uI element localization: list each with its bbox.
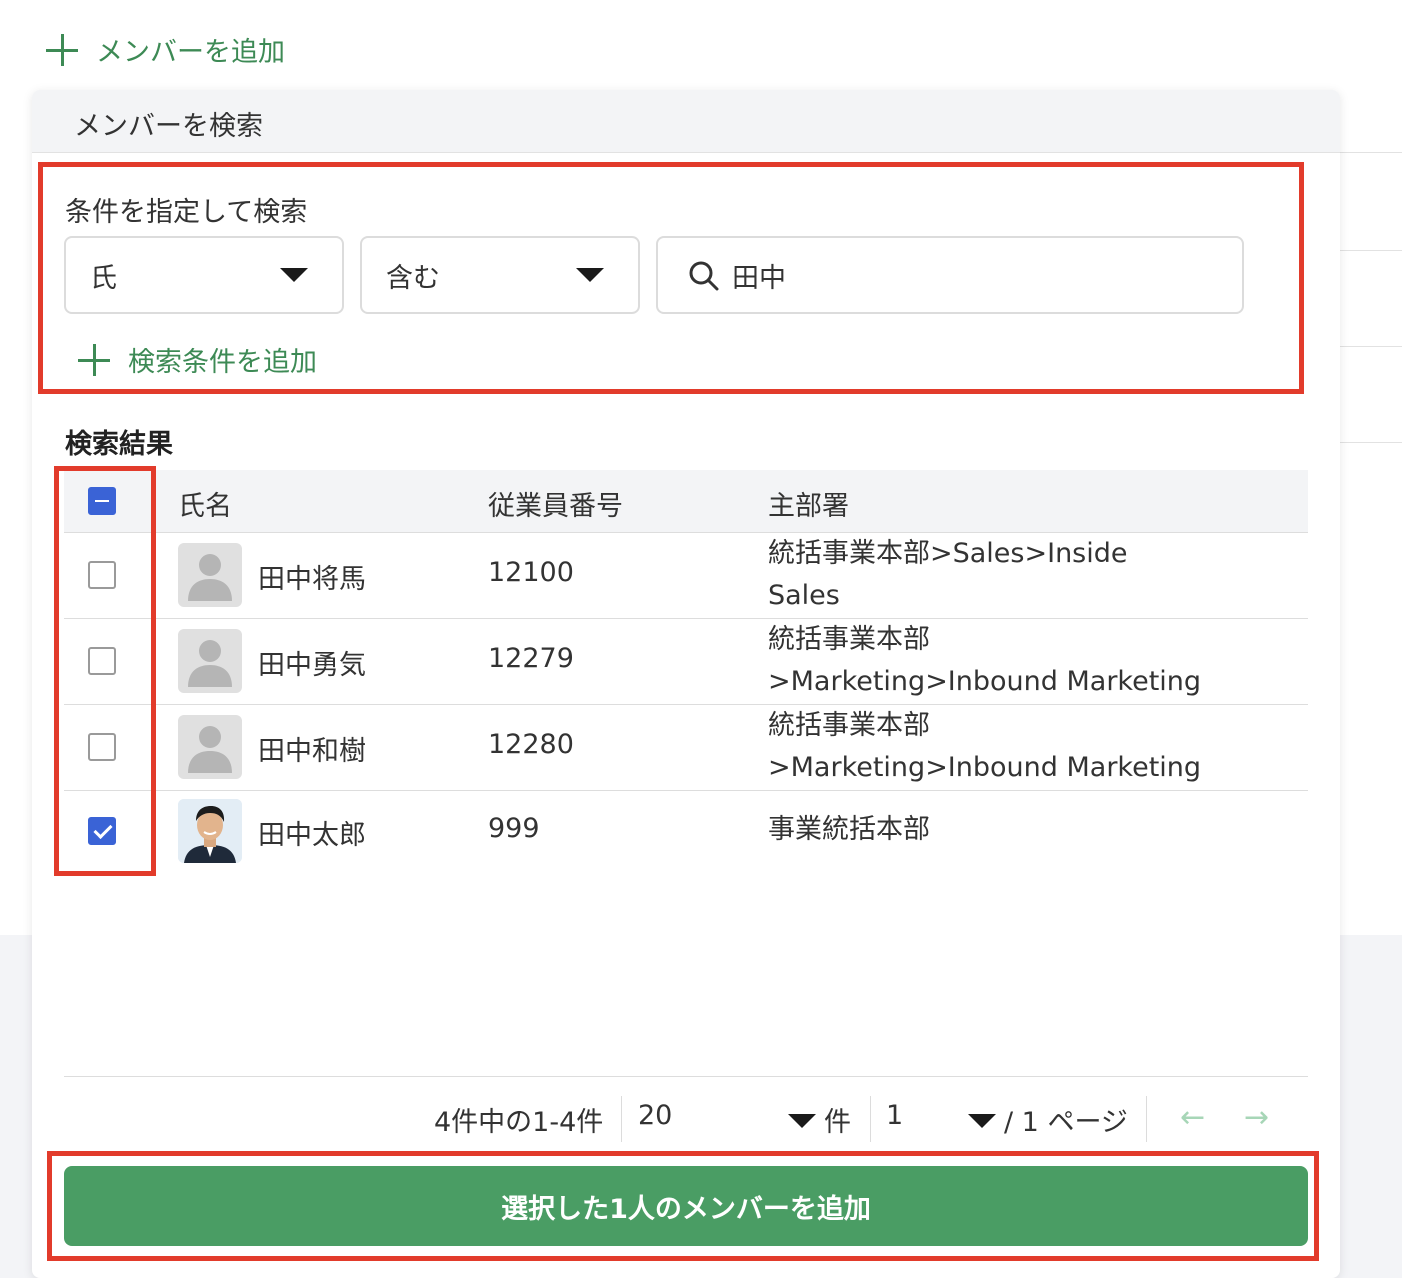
placeholder-avatar (178, 715, 242, 779)
page-value: 1 (886, 1100, 904, 1131)
member-name: 田中太郎 (258, 820, 366, 851)
placeholder-avatar (178, 543, 242, 607)
department-line: 統括事業本部>Sales>Inside (768, 538, 1128, 569)
department-line: 統括事業本部 (768, 710, 930, 741)
department-line: >Marketing>Inbound Marketing (768, 752, 1202, 783)
plus-icon (46, 33, 78, 66)
department: 統括事業本部 >Marketing>Inbound Marketing (768, 619, 1201, 703)
operator-select-value: 含む (386, 262, 440, 294)
popover-header: メンバーを検索 (32, 90, 1340, 153)
field-select[interactable]: 氏 (64, 236, 344, 314)
header-name: 氏名 (178, 491, 232, 522)
search-input[interactable] (732, 252, 1212, 298)
results-label: 検索結果 (65, 429, 173, 460)
per-page-value: 20 (638, 1100, 673, 1131)
department-line: Sales (768, 580, 840, 611)
caret-down-icon (576, 268, 604, 282)
employee-number: 999 (488, 813, 540, 844)
caret-down-icon (968, 1114, 996, 1128)
row-checkbox[interactable] (88, 817, 116, 845)
header-employee-no: 従業員番号 (488, 491, 623, 522)
page-suffix: / 1 ページ (1004, 1107, 1128, 1138)
department: 統括事業本部 >Marketing>Inbound Marketing (768, 705, 1201, 789)
table-row[interactable]: 田中和樹 12280 統括事業本部 >Marketing>Inbound Mar… (64, 705, 1308, 791)
condition-section-label: 条件を指定して検索 (65, 197, 308, 228)
pagination-divider (64, 1076, 1308, 1077)
department: 統括事業本部>Sales>Inside Sales (768, 533, 1128, 617)
add-condition-label: 検索条件を追加 (128, 347, 317, 378)
employee-number: 12100 (488, 557, 574, 588)
per-page-select[interactable]: 20 件 (622, 1094, 851, 1144)
department-line: 事業統括本部 (768, 814, 930, 845)
table-header: 氏名 従業員番号 主部署 (64, 470, 1308, 533)
popover-title: メンバーを検索 (74, 111, 263, 142)
field-select-value: 氏 (90, 262, 117, 294)
member-search-popover: メンバーを検索 条件を指定して検索 氏 含む 検索条件を追加 検索結果 氏名 従… (32, 90, 1340, 1278)
member-name: 田中将馬 (258, 564, 366, 595)
prev-page-arrow-icon[interactable]: ← (1180, 1100, 1205, 1135)
add-member-label: メンバーを追加 (96, 37, 285, 68)
search-icon (689, 261, 719, 291)
row-checkbox[interactable] (88, 561, 116, 589)
plus-icon (78, 343, 110, 376)
table-row[interactable]: 田中太郎 999 事業統括本部 (64, 791, 1308, 876)
caret-down-icon (280, 268, 308, 282)
search-box[interactable] (656, 236, 1244, 314)
department-line: >Marketing>Inbound Marketing (768, 666, 1202, 697)
member-name: 田中勇気 (258, 650, 366, 681)
row-checkbox[interactable] (88, 647, 116, 675)
table-row[interactable]: 田中勇気 12279 統括事業本部 >Marketing>Inbound Mar… (64, 619, 1308, 705)
add-condition-link[interactable]: 検索条件を追加 (78, 340, 317, 379)
pagination-separator (870, 1096, 871, 1142)
caret-down-icon (788, 1114, 816, 1128)
per-page-unit: 件 (824, 1107, 851, 1138)
pagination-summary: 4件中の1-4件 (434, 1107, 604, 1138)
pagination-separator (1146, 1096, 1147, 1142)
employee-number: 12280 (488, 729, 574, 760)
select-all-checkbox[interactable] (88, 487, 116, 515)
page-select[interactable]: 1 / 1 ページ (872, 1094, 1142, 1144)
row-checkbox[interactable] (88, 733, 116, 761)
placeholder-avatar (178, 629, 242, 693)
next-page-arrow-icon[interactable]: → (1244, 1100, 1269, 1135)
add-selected-members-button[interactable]: 選択した1人のメンバーを追加 (64, 1166, 1308, 1246)
photo-avatar (178, 799, 242, 863)
employee-number: 12279 (488, 643, 574, 674)
department: 事業統括本部 (768, 809, 930, 851)
header-department: 主部署 (768, 491, 849, 522)
add-member-link[interactable]: メンバーを追加 (46, 30, 285, 69)
department-line: 統括事業本部 (768, 624, 930, 655)
operator-select[interactable]: 含む (360, 236, 640, 314)
table-row[interactable]: 田中将馬 12100 統括事業本部>Sales>Inside Sales (64, 533, 1308, 619)
member-name: 田中和樹 (258, 736, 366, 767)
